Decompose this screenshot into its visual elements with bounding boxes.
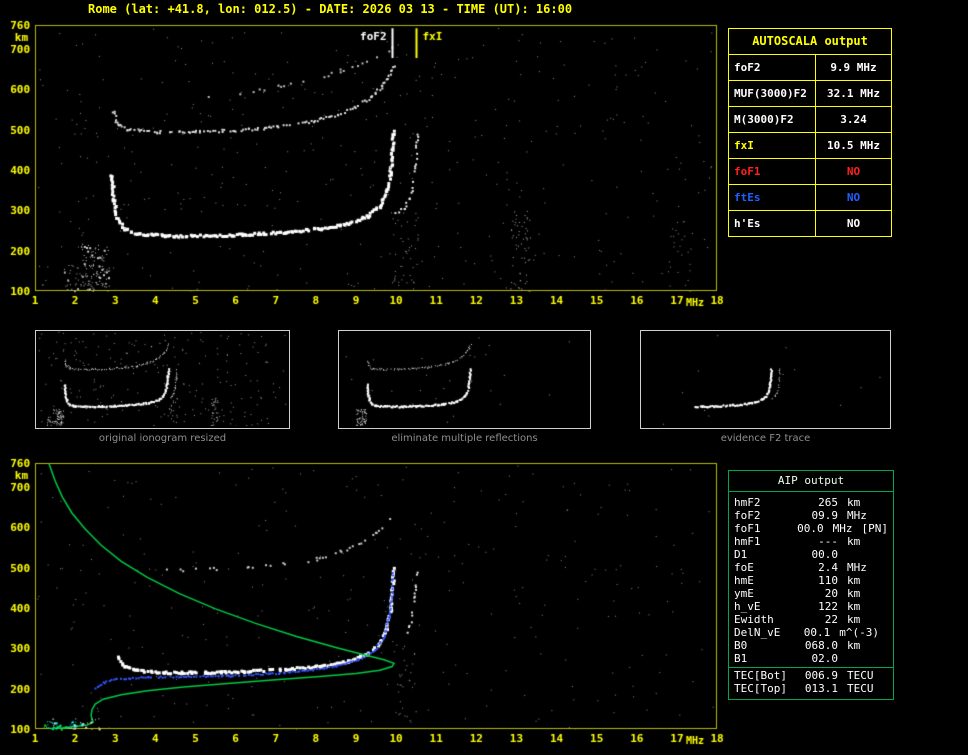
param-unit: km — [847, 613, 861, 626]
param-label: DelN_vE — [734, 626, 781, 639]
param-unit: km — [847, 496, 861, 509]
param-value: 09.9 — [811, 509, 839, 522]
thumb-original-canvas — [36, 331, 287, 426]
param-value: NO — [846, 217, 861, 230]
param-value: 9.9 MHz — [830, 61, 877, 74]
param-unit: km — [847, 639, 861, 652]
param-label: foF1 — [729, 159, 816, 184]
table-row-fof2: foF2 9.9 MHz — [729, 54, 891, 80]
aip-row-hme: hmE 110 km — [729, 574, 893, 587]
aip-row-fof2: foF2 09.9 MHz — [729, 509, 893, 522]
param-value: 10.5 MHz — [827, 139, 880, 152]
thumb-evidence-f2 — [640, 330, 891, 429]
aip-row-tec-bot: TEC[Bot] 006.9 TECU — [729, 667, 893, 682]
param-label: fxI — [729, 133, 816, 158]
param-value: 006.9 — [804, 669, 838, 682]
thumb-eliminate-multiples — [338, 330, 591, 429]
autoscala-panel-title: AUTOSCALA output — [752, 34, 868, 48]
param-label: h'Es — [729, 211, 816, 236]
param-unit: TECU — [847, 669, 874, 682]
param-label: Ewidth — [734, 613, 774, 626]
param-value: 110 — [818, 574, 838, 587]
table-row-m3000f2: M(3000)F2 3.24 — [729, 106, 891, 132]
thumb-evidence-f2-canvas — [641, 331, 888, 426]
table-row-fxi: fxI 10.5 MHz — [729, 132, 891, 158]
param-label: D1 — [734, 548, 748, 561]
aip-row-fof1: foF1 00.0 MHz [PN] — [729, 522, 893, 535]
param-unit: MHz — [847, 561, 867, 574]
autoscala-output-panel: AUTOSCALA output foF2 9.9 MHz MUF(3000)F… — [728, 28, 892, 237]
aip-row-hmf2: hmF2 265 km — [729, 496, 893, 509]
thumb-caption-eliminate-multiples: eliminate multiple reflections — [391, 433, 538, 444]
thumb-caption-original: original ionogram resized — [98, 433, 227, 444]
aip-row-d1: D1 00.0 — [729, 548, 893, 561]
table-row-muf3000f2: MUF(3000)F2 32.1 MHz — [729, 80, 891, 106]
param-value: 00.0 — [811, 548, 839, 561]
thumb-eliminate-multiples-canvas — [339, 331, 588, 426]
param-label: h_vE — [734, 600, 761, 613]
param-value: 22 — [824, 613, 838, 626]
thumb-caption-evidence-f2: evidence F2 trace — [720, 433, 811, 444]
aip-panel-title: AIP output — [729, 471, 893, 492]
param-label: TEC[Bot] — [734, 669, 787, 682]
param-value: 00.1 — [803, 626, 831, 639]
table-row-hpes: h'Es NO — [729, 210, 891, 236]
param-value: 122 — [818, 600, 838, 613]
param-label: hmF1 — [734, 535, 761, 548]
param-label: ftEs — [729, 185, 816, 210]
param-unit: km — [847, 600, 861, 613]
param-unit: TECU — [847, 682, 874, 695]
param-label: foF2 — [729, 55, 816, 80]
param-note: [PN] — [861, 522, 889, 535]
table-row-ftes: ftEs NO — [729, 184, 891, 210]
param-label: MUF(3000)F2 — [729, 81, 816, 106]
param-value: 265 — [818, 496, 838, 509]
aip-row-tec-top: TEC[Top] 013.1 TECU — [729, 682, 893, 695]
thumb-original-ionogram — [35, 330, 290, 429]
autoscala-ionogram-chart — [0, 14, 725, 314]
aip-row-ewidth: Ewidth 22 km — [729, 613, 893, 626]
param-label: hmF2 — [734, 496, 761, 509]
autoscala-app-window: { "header": { "title": "Rome (lat: +41.8… — [0, 0, 968, 755]
param-label: hmE — [734, 574, 754, 587]
param-value: 02.0 — [811, 652, 839, 665]
param-value: 32.1 MHz — [827, 87, 880, 100]
param-value: --- — [818, 535, 838, 548]
aip-row-foe: foE 2.4 MHz — [729, 561, 893, 574]
param-label: B0 — [734, 639, 748, 652]
aip-row-yme: ymE 20 km — [729, 587, 893, 600]
aip-row-hve: h_vE 122 km — [729, 600, 893, 613]
param-value: 068.0 — [804, 639, 838, 652]
param-unit: MHz — [847, 509, 867, 522]
param-value: 3.24 — [840, 113, 867, 126]
param-value: 20 — [824, 587, 838, 600]
table-row-fof1: foF1 NO — [729, 158, 891, 184]
param-unit: km — [847, 535, 861, 548]
param-value: 013.1 — [804, 682, 838, 695]
aip-output-panel: AIP output hmF2 265 km foF2 09.9 MHz foF1 00.… — [728, 470, 894, 700]
param-unit: m^(-3) — [839, 626, 879, 639]
aip-row-b0: B0 068.0 km — [729, 639, 893, 652]
aip-row-b1: B1 02.0 — [729, 652, 893, 665]
param-label: ymE — [734, 587, 754, 600]
param-label: M(3000)F2 — [729, 107, 816, 132]
aip-row-hmf1: hmF1 --- km — [729, 535, 893, 548]
param-unit: MHz — [832, 522, 853, 535]
param-label: foF1 — [734, 522, 761, 535]
param-unit: km — [847, 574, 861, 587]
param-unit: km — [847, 587, 861, 600]
param-label: foF2 — [734, 509, 761, 522]
aip-ionogram-chart — [0, 452, 725, 752]
param-label: B1 — [734, 652, 748, 665]
param-label: TEC[Top] — [734, 682, 787, 695]
aip-row-delnve: DelN_vE 00.1 m^(-3) — [729, 626, 893, 639]
param-value: 2.4 — [818, 561, 838, 574]
param-value: NO — [846, 165, 861, 178]
param-value: 00.0 — [797, 522, 824, 535]
param-value: NO — [846, 191, 861, 204]
param-label: foE — [734, 561, 754, 574]
